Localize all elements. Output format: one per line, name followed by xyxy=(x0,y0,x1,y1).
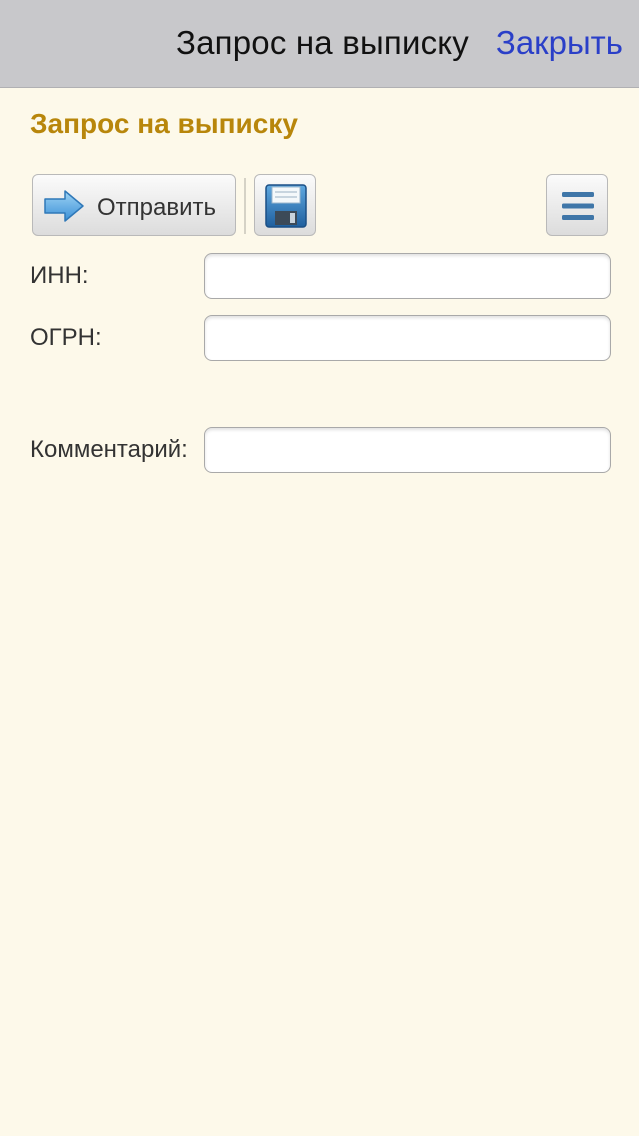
inn-input[interactable] xyxy=(204,253,611,299)
form-title: Запрос на выписку xyxy=(30,108,298,139)
send-button[interactable]: Отправить xyxy=(32,174,236,236)
hamburger-menu-icon xyxy=(562,192,594,220)
toolbar: Отправить xyxy=(32,174,608,236)
comment-input[interactable] xyxy=(204,427,611,473)
close-button[interactable]: Закрыть xyxy=(496,24,623,62)
save-button[interactable] xyxy=(254,174,316,236)
menu-button[interactable] xyxy=(546,174,608,236)
arrow-right-icon xyxy=(44,190,84,222)
inn-label: ИНН: xyxy=(30,262,89,289)
nav-title: Запрос на выписку xyxy=(175,24,469,61)
toolbar-separator xyxy=(244,178,246,234)
send-button-label: Отправить xyxy=(97,194,217,221)
navigation-bar: Запрос на выписку Закрыть xyxy=(0,0,639,88)
floppy-disk-icon xyxy=(265,184,307,228)
ogrn-input[interactable] xyxy=(204,315,611,361)
comment-label: Комментарий: xyxy=(30,436,188,463)
ogrn-label: ОГРН: xyxy=(30,324,102,351)
